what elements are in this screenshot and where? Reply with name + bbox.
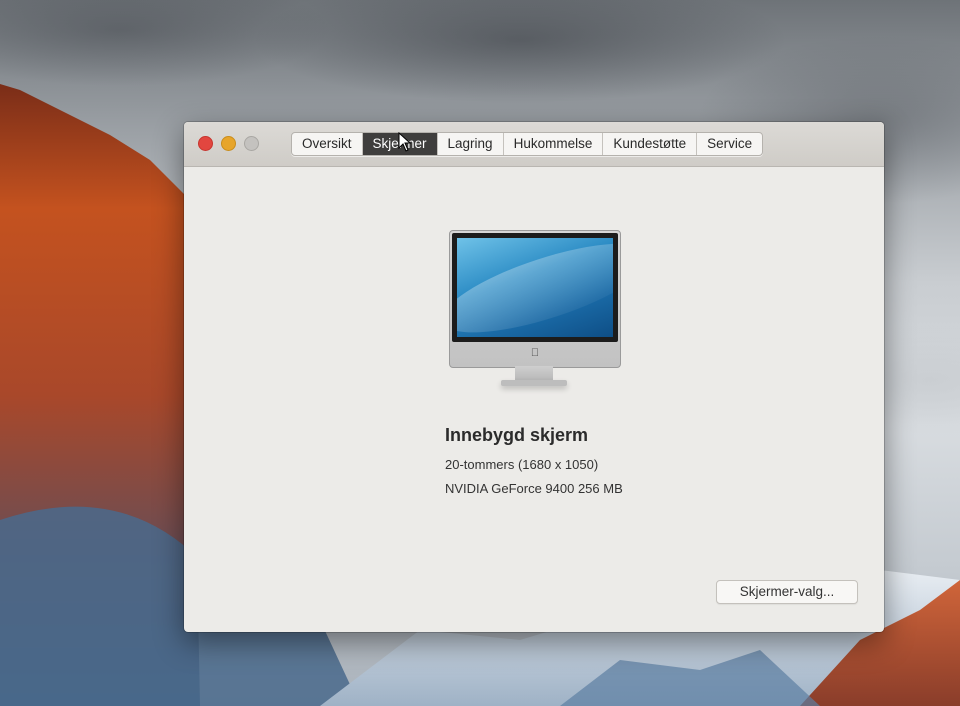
display-preferences-button[interactable]: Skjermer-valg... <box>716 580 858 604</box>
display-panel:  Innebygd skjerm 20-tommers (1680 x 105… <box>184 167 884 632</box>
zoom-button[interactable] <box>244 136 259 151</box>
mouse-pointer-icon <box>398 132 412 152</box>
close-button[interactable] <box>198 136 213 151</box>
display-name: Innebygd skjerm <box>445 425 589 445</box>
imac-screen <box>457 238 613 337</box>
tab-support[interactable]: Kundestøtte <box>603 133 698 155</box>
tab-overview[interactable]: Oversikt <box>292 133 363 155</box>
imac-stand-foot <box>501 380 567 386</box>
tab-bar: Oversikt Skjermer Lagring Hukommelse Kun… <box>291 132 764 156</box>
graphics-card: NVIDIA GeForce 9400 256 MB <box>445 481 623 496</box>
imac-illustration:  <box>449 230 621 400</box>
minimize-button[interactable] <box>221 136 236 151</box>
about-this-mac-window: Oversikt Skjermer Lagring Hukommelse Kun… <box>184 122 884 632</box>
tab-service[interactable]: Service <box>697 133 762 155</box>
imac-bezel <box>452 233 618 342</box>
tab-storage[interactable]: Lagring <box>438 133 504 155</box>
title-bar[interactable]: Oversikt Skjermer Lagring Hukommelse Kun… <box>184 122 884 167</box>
tab-memory[interactable]: Hukommelse <box>504 133 604 155</box>
apple-logo-icon:  <box>530 347 540 359</box>
imac-frame:  <box>449 230 621 368</box>
display-resolution: 20-tommers (1680 x 1050) <box>445 457 599 472</box>
